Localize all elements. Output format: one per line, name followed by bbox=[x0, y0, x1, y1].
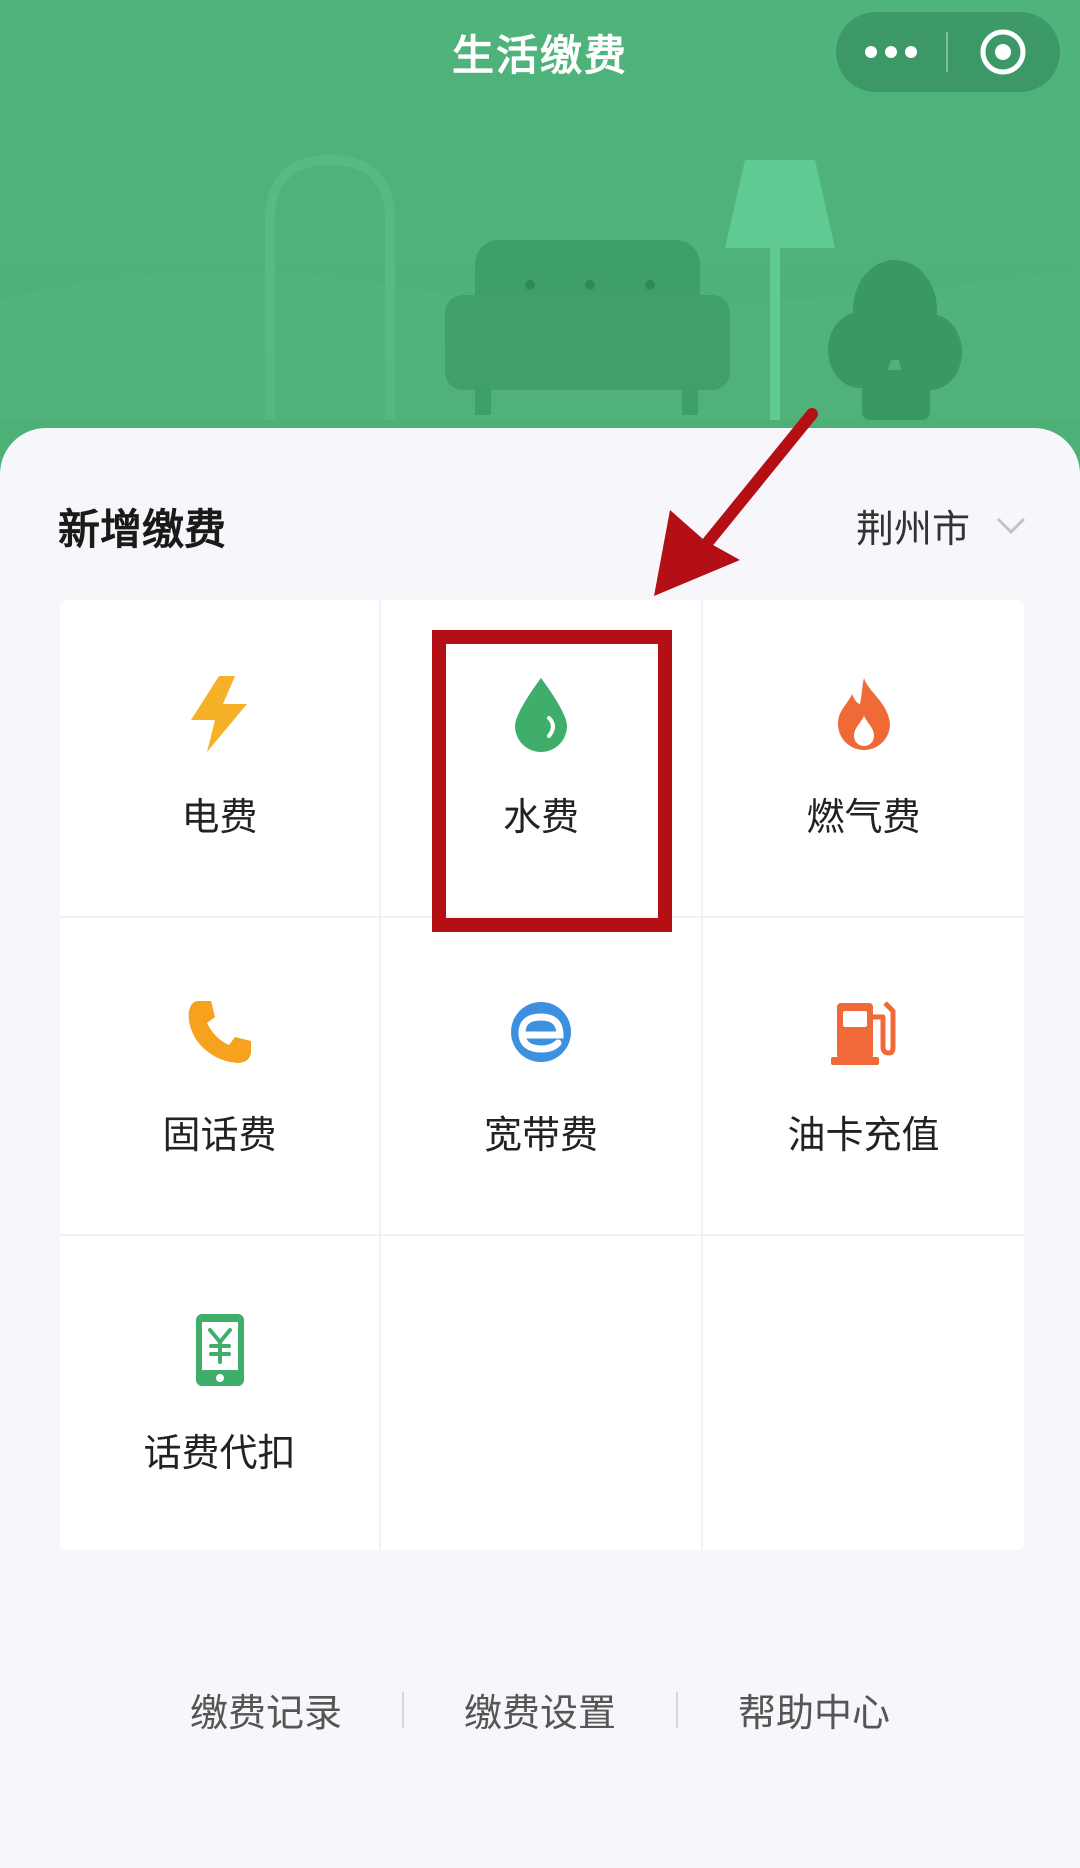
mobile-yuan-icon bbox=[180, 1310, 260, 1390]
service-phone-deduction[interactable]: 话费代扣 bbox=[60, 1236, 381, 1550]
service-electricity[interactable]: 电费 bbox=[60, 600, 381, 918]
service-grid: 电费 水费 燃气费 固话费 宽带费 油卡充值 话费代扣 bbox=[60, 600, 1024, 1550]
payment-records-link[interactable]: 缴费记录 bbox=[190, 1682, 342, 1737]
payment-settings-link[interactable]: 缴费设置 bbox=[464, 1682, 616, 1737]
city-selector[interactable]: 荆州市 bbox=[856, 498, 1026, 553]
city-label: 荆州市 bbox=[855, 507, 970, 551]
footer-divider bbox=[676, 1691, 678, 1728]
service-label: 宽带费 bbox=[483, 1113, 598, 1157]
service-label: 话费代扣 bbox=[143, 1431, 296, 1475]
service-label: 燃气费 bbox=[806, 795, 921, 839]
section-title: 新增缴费 bbox=[58, 505, 227, 554]
service-label: 水费 bbox=[502, 795, 579, 839]
lightning-icon bbox=[180, 674, 260, 754]
close-button[interactable] bbox=[948, 12, 1058, 92]
empty-cell bbox=[703, 1236, 1024, 1550]
service-fuel-card[interactable]: 油卡充值 bbox=[703, 918, 1024, 1236]
water-drop-icon bbox=[501, 674, 581, 754]
help-center-link[interactable]: 帮助中心 bbox=[738, 1682, 890, 1737]
more-button[interactable] bbox=[836, 12, 946, 92]
fuel-pump-icon bbox=[824, 992, 904, 1072]
mini-program-capsule bbox=[836, 12, 1060, 92]
living-room-illustration bbox=[0, 154, 1080, 420]
service-label: 固话费 bbox=[162, 1113, 277, 1157]
chevron-down-icon bbox=[996, 517, 1026, 534]
phone-icon bbox=[180, 992, 260, 1072]
service-landline[interactable]: 固话费 bbox=[60, 918, 381, 1236]
service-label: 电费 bbox=[181, 795, 258, 839]
service-broadband[interactable]: 宽带费 bbox=[381, 918, 703, 1236]
footer-links: 缴费记录 缴费设置 帮助中心 bbox=[0, 1682, 1080, 1737]
empty-cell bbox=[381, 1236, 703, 1550]
footer-divider bbox=[401, 1691, 404, 1728]
service-label: 油卡充值 bbox=[787, 1113, 940, 1157]
page: 生活缴费 新增缴费 荆州市 电费 水费 燃气费 固话费 宽带费 油卡充值 话费代… bbox=[0, 0, 1080, 1868]
payment-card: 新增缴费 荆州市 电费 水费 燃气费 固话费 宽带费 油卡充值 话费代扣 缴费记… bbox=[0, 428, 1080, 1868]
service-water[interactable]: 水费 bbox=[381, 600, 703, 918]
target-circle-icon bbox=[980, 29, 1026, 75]
flame-icon bbox=[824, 674, 904, 754]
more-dots-icon bbox=[865, 46, 917, 58]
broadband-e-icon bbox=[501, 992, 581, 1072]
service-gas[interactable]: 燃气费 bbox=[703, 600, 1024, 918]
